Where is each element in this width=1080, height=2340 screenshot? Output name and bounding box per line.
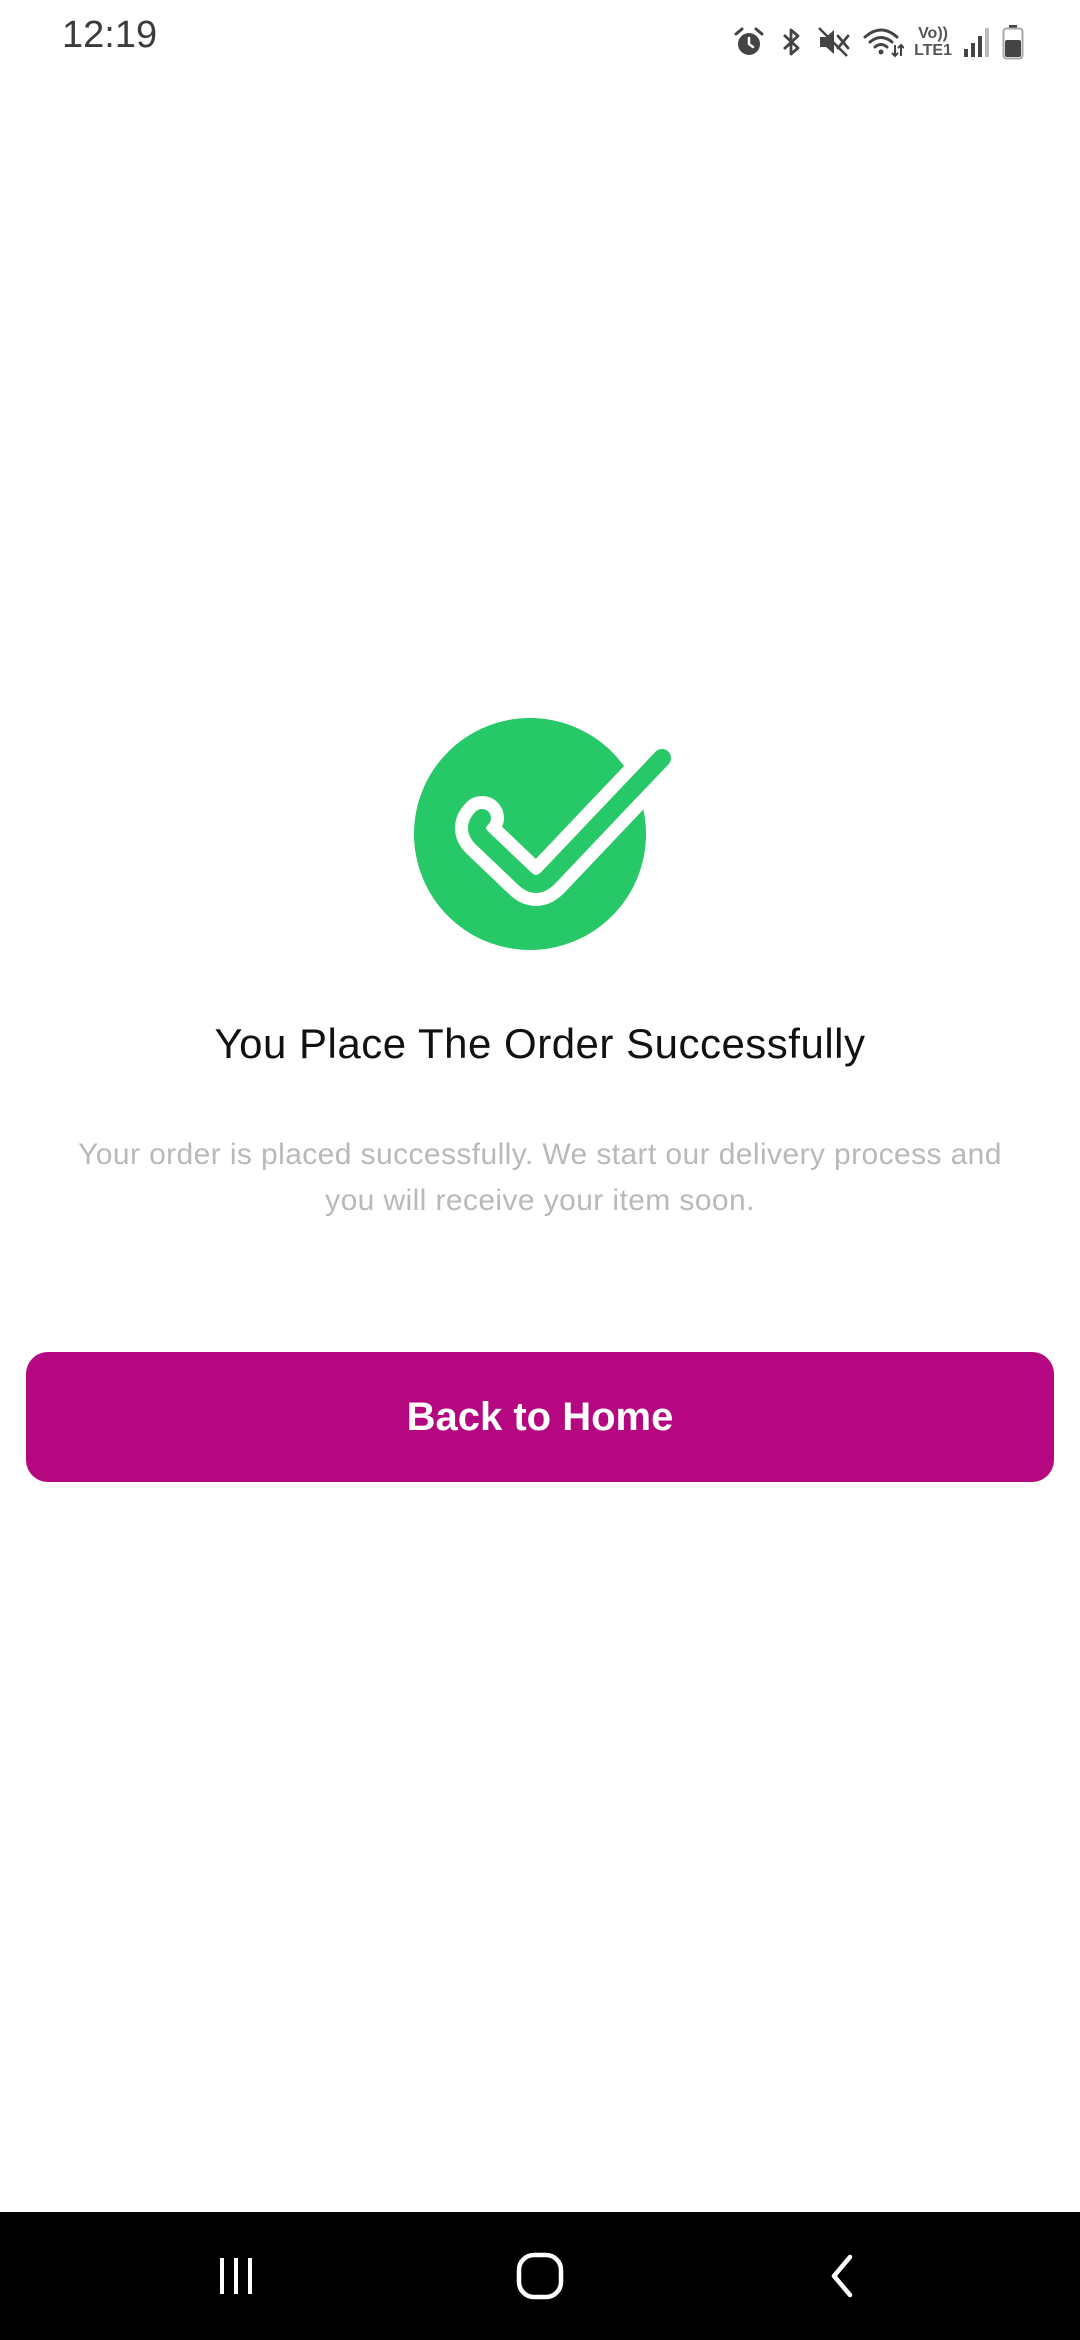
volte-bottom-label: LTE1 xyxy=(914,42,952,59)
navigation-bar xyxy=(0,2212,1080,2340)
battery-icon xyxy=(1002,24,1024,60)
status-icons: Vo)) LTE1 xyxy=(732,20,1024,64)
signal-icon xyxy=(962,25,992,59)
volte-top-label: Vo)) xyxy=(918,25,948,42)
alarm-icon xyxy=(732,25,766,59)
volte-icon: Vo)) LTE1 xyxy=(914,25,952,59)
order-success-screen: 12:19 Vo)) LTE1 You Place The Order Succ… xyxy=(0,0,1080,2340)
success-title: You Place The Order Successfully xyxy=(214,1020,866,1067)
mute-icon xyxy=(816,25,852,59)
check-circle-icon xyxy=(412,712,684,952)
home-icon[interactable] xyxy=(490,2236,590,2316)
success-message: Your order is placed successfully. We st… xyxy=(78,1138,1002,1217)
bluetooth-icon xyxy=(776,25,806,59)
back-icon[interactable] xyxy=(792,2236,892,2316)
status-time: 12:19 xyxy=(62,14,158,56)
wifi-icon xyxy=(862,25,905,59)
back-to-home-button[interactable]: Back to Home xyxy=(26,1352,1054,1482)
recent-apps-icon[interactable] xyxy=(186,2236,286,2316)
status-bar: 12:19 Vo)) LTE1 xyxy=(0,0,1080,80)
